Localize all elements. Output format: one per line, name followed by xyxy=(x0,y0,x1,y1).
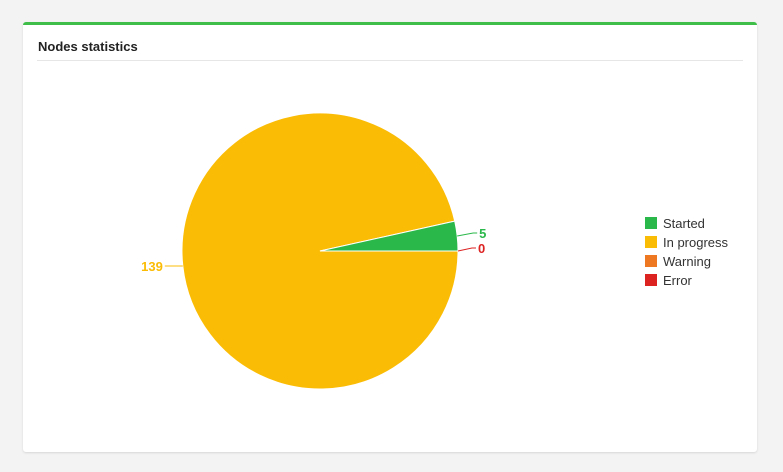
legend-item-started[interactable]: Started xyxy=(645,216,705,231)
legend-item-in-progress[interactable]: In progress xyxy=(645,235,729,250)
legend-swatch-error xyxy=(645,274,657,286)
legend-swatch-in-progress xyxy=(645,236,657,248)
pie-chart: 5 139 0 Started In progress Warning Error xyxy=(141,112,729,390)
nodes-statistics-panel: Nodes statistics 5 139 0 Started In progress… xyxy=(23,22,757,452)
legend-item-error[interactable]: Error xyxy=(645,273,693,288)
data-label-error: 0 xyxy=(478,241,485,256)
legend-label-error: Error xyxy=(663,273,693,288)
legend-swatch-warning xyxy=(645,255,657,267)
data-label-started: 5 xyxy=(479,226,486,241)
legend-label-in-progress: In progress xyxy=(663,235,729,250)
leader-line-started xyxy=(457,232,478,237)
legend-item-warning[interactable]: Warning xyxy=(645,254,711,269)
legend-label-started: Started xyxy=(663,216,705,231)
legend-swatch-started xyxy=(645,217,657,229)
leader-line-error xyxy=(457,247,476,252)
data-label-in-progress: 139 xyxy=(141,259,163,274)
legend-label-warning: Warning xyxy=(663,254,711,269)
